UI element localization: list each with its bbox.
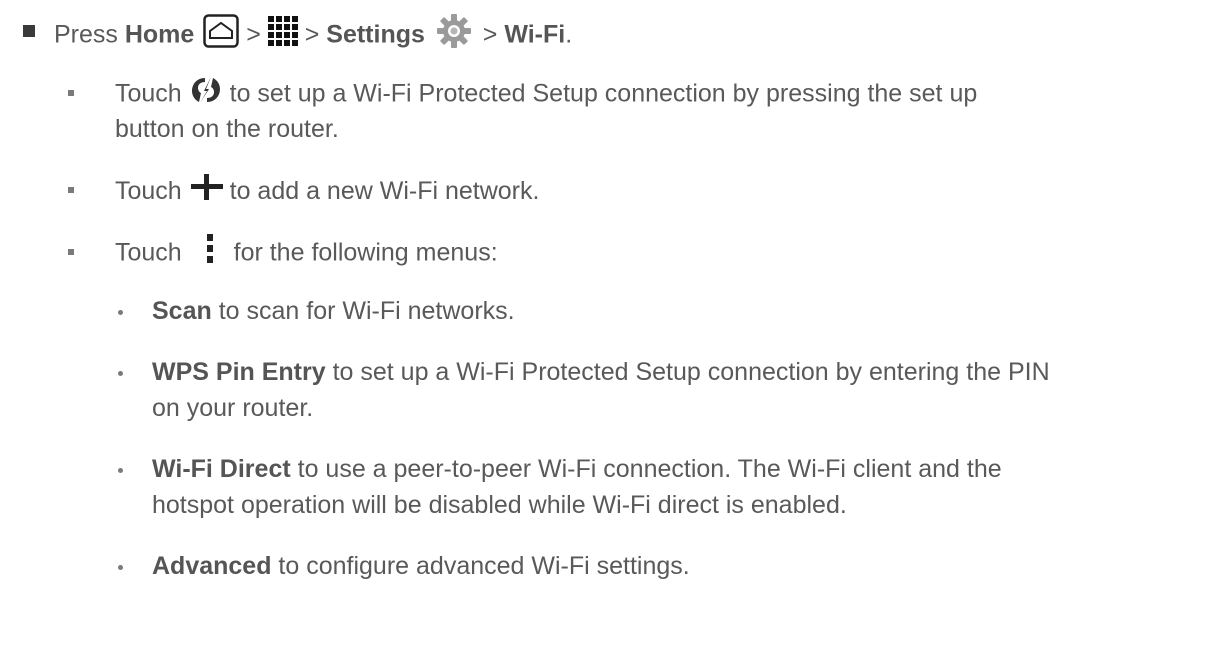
- home-label: Home: [124, 20, 195, 49]
- touch-add-text: Touch to add a new Wi-Fi network.: [115, 173, 539, 210]
- home-icon: [203, 14, 240, 58]
- menu-advanced-label: Advanced: [152, 552, 272, 580]
- separator: >: [297, 20, 327, 49]
- dot-bullet-icon: [118, 310, 123, 315]
- menu-wps-pin-label: WPS Pin Entry: [152, 358, 326, 386]
- menu-wifi-direct-label: Wi-Fi Direct: [152, 455, 291, 483]
- separator: >: [239, 20, 268, 49]
- wps-icon: [189, 75, 223, 115]
- separator: >: [475, 20, 505, 49]
- instruction-text: Press Home > > Settings > Wi-Fi.: [54, 13, 572, 59]
- gear-icon: [436, 13, 472, 59]
- wifi-label: Wi-Fi: [504, 20, 566, 49]
- small-square-bullet-icon: [68, 90, 74, 96]
- touch-wps-text: Touch to set up a Wi-Fi Protected Setup …: [115, 75, 977, 115]
- apps-grid-icon: [267, 16, 298, 56]
- touch-wps-text-2: button on the router.: [115, 115, 339, 143]
- dot-bullet-icon: [118, 565, 123, 570]
- dot-bullet-icon: [118, 371, 123, 376]
- menu-more-icon: [206, 234, 213, 274]
- dot-bullet-icon: [118, 468, 123, 473]
- menu-scan-label: Scan: [152, 297, 212, 325]
- settings-label: Settings: [326, 20, 425, 49]
- small-square-bullet-icon: [68, 249, 74, 255]
- small-square-bullet-icon: [68, 187, 74, 193]
- square-bullet-icon: [23, 25, 35, 37]
- press-text: Press: [54, 20, 125, 49]
- plus-icon: [190, 174, 223, 210]
- touch-menu-text: Touch for the following menus:: [115, 234, 498, 274]
